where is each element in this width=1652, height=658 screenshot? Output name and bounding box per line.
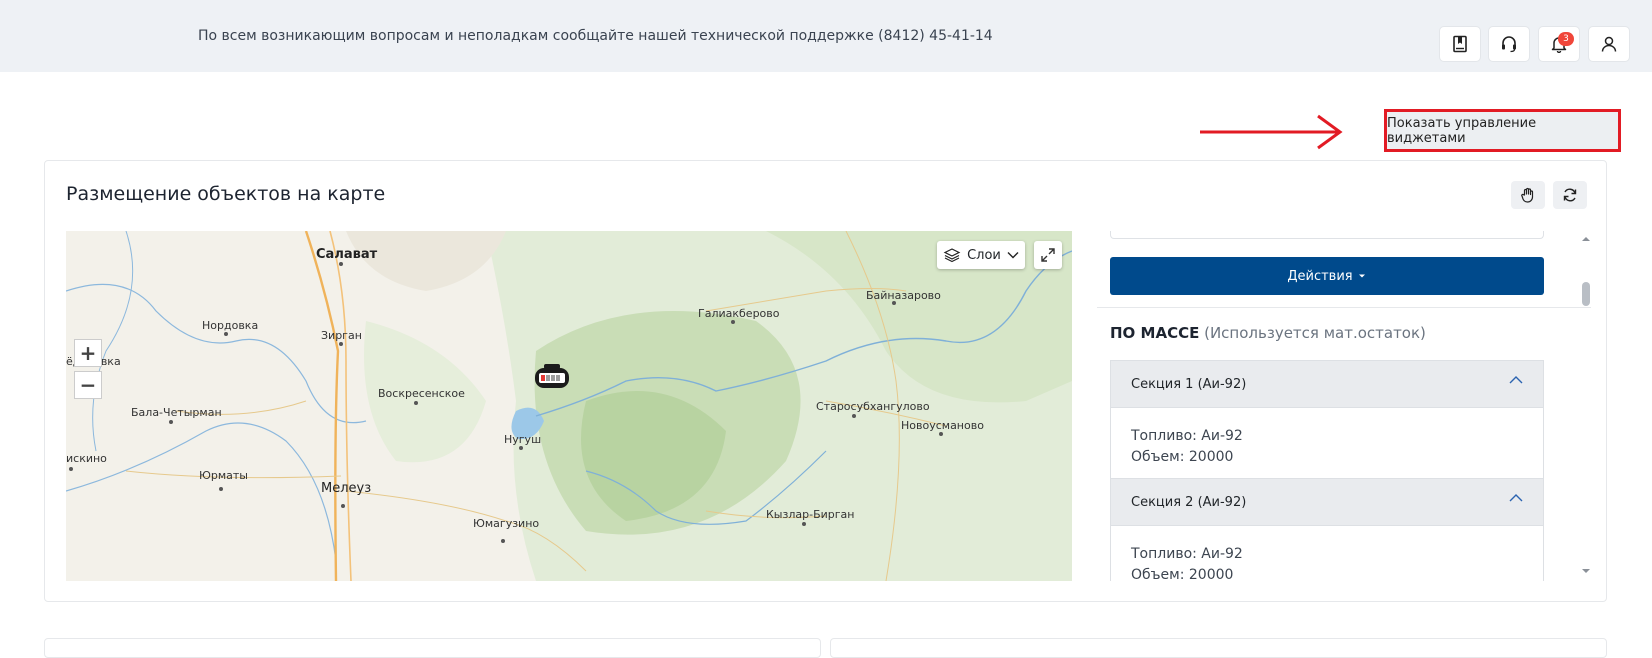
map-label: Нугуш [504, 433, 542, 446]
section-2-title: Секция 2 (Аи-92) [1131, 494, 1247, 510]
top-bar: По всем возникающим вопросам и неполадка… [0, 0, 1652, 72]
map-label: Салават [316, 247, 378, 262]
panel-scrollbar[interactable] [1578, 230, 1594, 580]
arrow-right-icon [1200, 114, 1343, 150]
section-2-volume: Объем: 20000 [1131, 567, 1234, 581]
chevron-down-icon [1007, 252, 1019, 259]
section-1-volume: Объем: 20000 [1131, 449, 1234, 465]
fuel-truck-marker-icon[interactable] [534, 363, 570, 391]
map-label: Мелеуз [321, 481, 372, 496]
map-label: Кызлар-Бирган [766, 508, 855, 521]
docs-button[interactable] [1439, 26, 1481, 62]
support-notice: По всем возникающим вопросам и неполадка… [198, 28, 993, 44]
mass-title-note: (Используется мат.остаток) [1204, 324, 1426, 342]
section-1-header[interactable]: Секция 1 (Аи-92) [1110, 360, 1544, 408]
map-label: Байназарово [866, 289, 941, 302]
user-icon [1601, 36, 1617, 52]
expand-icon [1041, 248, 1055, 262]
map-view[interactable]: Салават Нордовка Зирган ёдоровка Воскрес… [66, 231, 1072, 581]
caret-down-icon [1358, 274, 1365, 278]
panel-input-field[interactable] [1110, 231, 1544, 239]
section-1-title: Секция 1 (Аи-92) [1131, 376, 1247, 392]
divider [1097, 307, 1591, 308]
map-label: Зирган [321, 329, 362, 342]
notification-badge: 3 [1558, 32, 1574, 46]
drag-handle-button[interactable] [1511, 181, 1545, 209]
section-2-header[interactable]: Секция 2 (Аи-92) [1110, 478, 1544, 526]
map-label: Бала-Четырман [131, 406, 222, 419]
map-label: Новоусманово [901, 419, 984, 432]
bottom-widget-card-right [830, 638, 1607, 658]
refresh-button[interactable] [1553, 181, 1587, 209]
scroll-down-icon[interactable] [1578, 566, 1594, 576]
hand-icon [1521, 187, 1534, 203]
chevron-up-icon [1509, 494, 1523, 502]
map-label: Воскресенское [378, 387, 465, 400]
refresh-icon [1563, 188, 1577, 202]
headset-icon [1502, 36, 1516, 53]
notifications-button[interactable]: 3 [1538, 26, 1580, 62]
profile-button[interactable] [1588, 26, 1630, 62]
map-label: искино [66, 452, 107, 465]
map-label: Юрматы [199, 469, 248, 482]
mass-section-title: ПО МАССЕ (Используется мат.остаток) [1110, 324, 1426, 342]
zoom-out-button[interactable]: − [74, 371, 102, 399]
actions-label: Действия [1287, 268, 1353, 284]
bottom-widget-card-left [44, 638, 821, 658]
support-button[interactable] [1488, 26, 1530, 62]
chevron-up-icon [1509, 376, 1523, 384]
actions-dropdown-button[interactable]: Действия [1110, 257, 1544, 295]
map-label: Юмагузино [473, 517, 540, 530]
section-2-fuel: Топливо: Аи-92 [1131, 546, 1243, 562]
scrollbar-thumb[interactable] [1582, 282, 1590, 306]
zoom-in-button[interactable]: + [74, 339, 102, 367]
scroll-up-icon[interactable] [1578, 234, 1594, 244]
layers-label: Слои [967, 247, 1001, 263]
section-1-body: Топливо: Аи-92 Объем: 20000 [1110, 408, 1544, 478]
map-label: Нордовка [202, 319, 259, 332]
map-label: Старосубхангулово [816, 400, 930, 413]
show-widget-controls-button[interactable]: Показать управление виджетами [1384, 109, 1621, 152]
section-1-fuel: Топливо: Аи-92 [1131, 428, 1243, 444]
map-label: Галиакберово [698, 307, 780, 320]
vehicle-details-panel: Действия ПО МАССЕ (Используется мат.оста… [1097, 231, 1591, 581]
fullscreen-button[interactable] [1034, 241, 1062, 269]
layers-icon [943, 248, 961, 263]
book-icon [1453, 35, 1467, 53]
section-2-body: Топливо: Аи-92 Объем: 20000 [1110, 526, 1544, 581]
layers-button[interactable]: Слои [937, 241, 1025, 269]
card-title: Размещение объектов на карте [66, 183, 386, 205]
mass-title-label: ПО МАССЕ [1110, 324, 1200, 342]
map-widget-card: Размещение объектов на карте Салават Нор… [44, 160, 1607, 602]
